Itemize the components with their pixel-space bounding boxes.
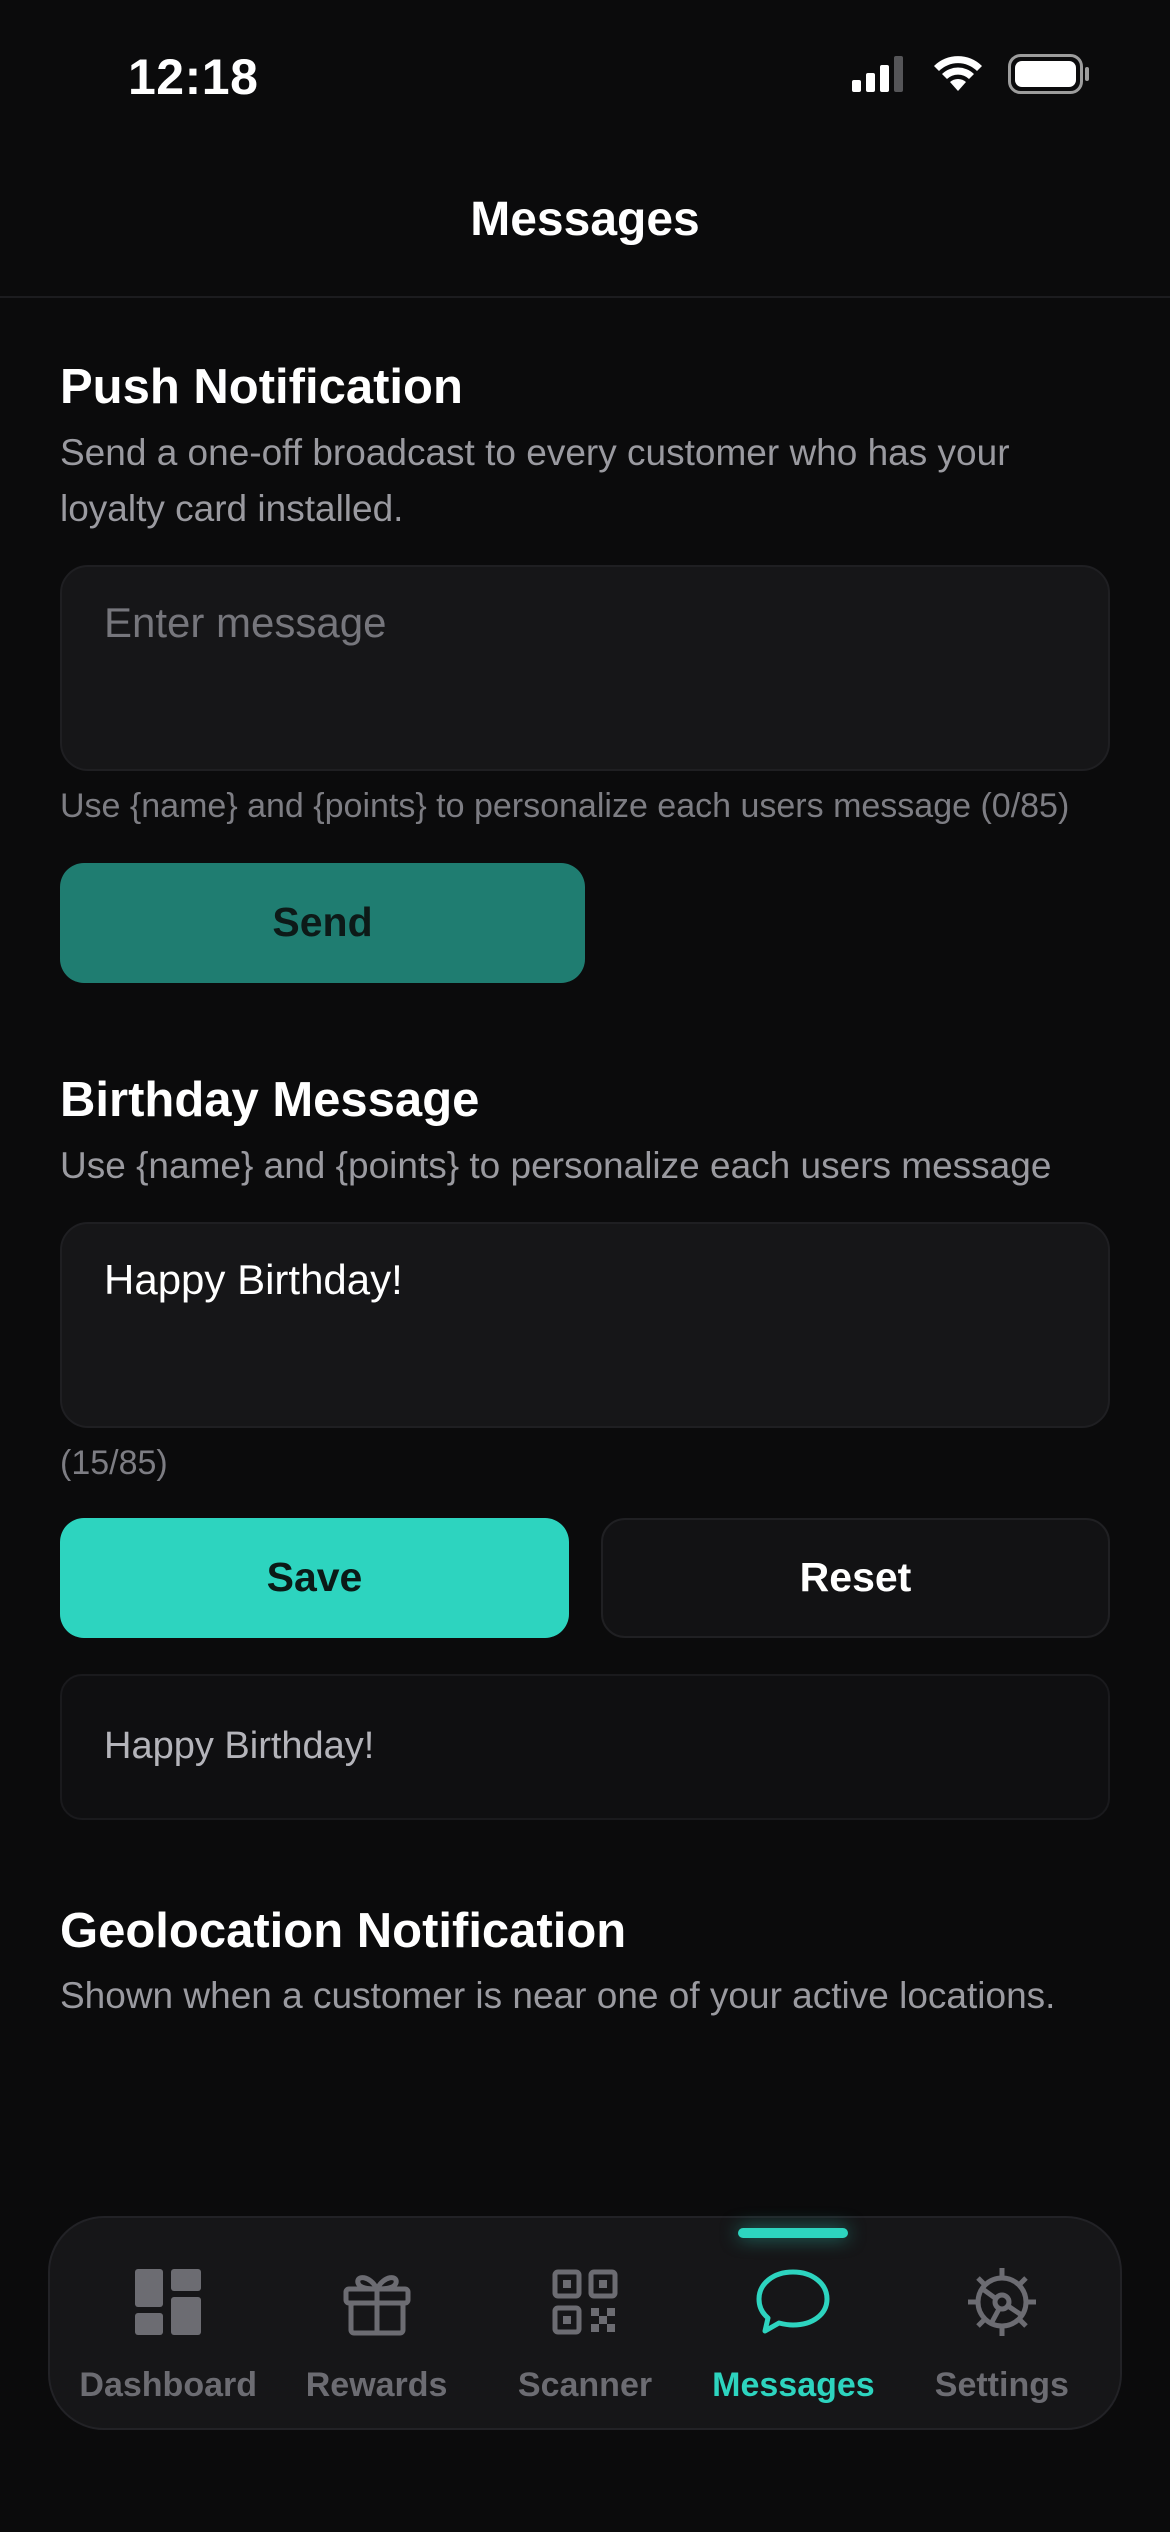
tab-label-scanner: Scanner [517,2366,653,2404]
save-button[interactable]: Save [60,1517,569,1638]
tab-settings[interactable]: Settings [898,2218,1106,2428]
status-icons [852,54,1090,99]
tab-rewards[interactable]: Rewards [272,2218,480,2428]
push-message-input[interactable]: Enter message [60,564,1110,771]
qr-code-icon [547,2264,623,2340]
tab-label-settings: Settings [934,2366,1069,2404]
geo-section-description: Shown when a customer is near one of you… [60,1975,1056,2017]
birthday-counter: (15/85) [60,1443,168,1482]
birthday-preview: Happy Birthday! [60,1673,1110,1820]
birthday-section-description: Use {name} and {points} to personalize e… [60,1144,1052,1186]
push-section-title: Push Notification [60,360,463,414]
tab-label-dashboard: Dashboard [79,2366,257,2404]
cellular-signal-icon [852,56,908,97]
tab-label-messages: Messages [712,2366,875,2404]
dashboard-icon [130,2264,206,2340]
tab-dashboard[interactable]: Dashboard [64,2218,272,2428]
push-helper-text: Use {name} and {points} to personalize e… [60,786,1070,825]
birthday-section-title: Birthday Message [60,1072,480,1127]
send-button[interactable]: Send [60,862,585,983]
chat-bubble-icon [755,2264,831,2340]
gear-icon [964,2264,1040,2340]
tab-bar: Dashboard Rewards Scanner Messages Setti… [48,2216,1122,2430]
page-title: Messages [470,192,700,246]
status-time: 12:18 [128,49,259,105]
push-notification-section: Push Notification Send a one-off broadca… [60,296,1110,983]
battery-icon [1008,54,1090,99]
main-content[interactable]: Push Notification Send a one-off broadca… [60,296,1110,2024]
push-section-description: Send a one-off broadcast to every custom… [60,431,1010,529]
bottom-background [0,2430,1170,2532]
geo-section-title: Geolocation Notification [60,1903,627,1958]
geolocation-section: Geolocation Notification Shown when a cu… [60,1820,1110,2025]
wifi-icon [932,55,984,98]
reset-button[interactable]: Reset [601,1517,1110,1638]
birthday-message-section: Birthday Message Use {name} and {points}… [60,983,1110,1820]
birthday-actions: Save Reset [60,1517,1110,1638]
tab-scanner[interactable]: Scanner [481,2218,689,2428]
birthday-message-input[interactable]: Happy Birthday! [60,1221,1110,1428]
birthday-preview-text: Happy Birthday! [104,1725,375,1768]
tab-messages[interactable]: Messages [689,2218,897,2428]
tab-label-rewards: Rewards [305,2366,448,2404]
gift-icon [339,2264,415,2340]
nav-header: Messages [0,150,1170,298]
active-tab-indicator [738,2228,849,2238]
status-bar: 12:18 [0,0,1170,150]
